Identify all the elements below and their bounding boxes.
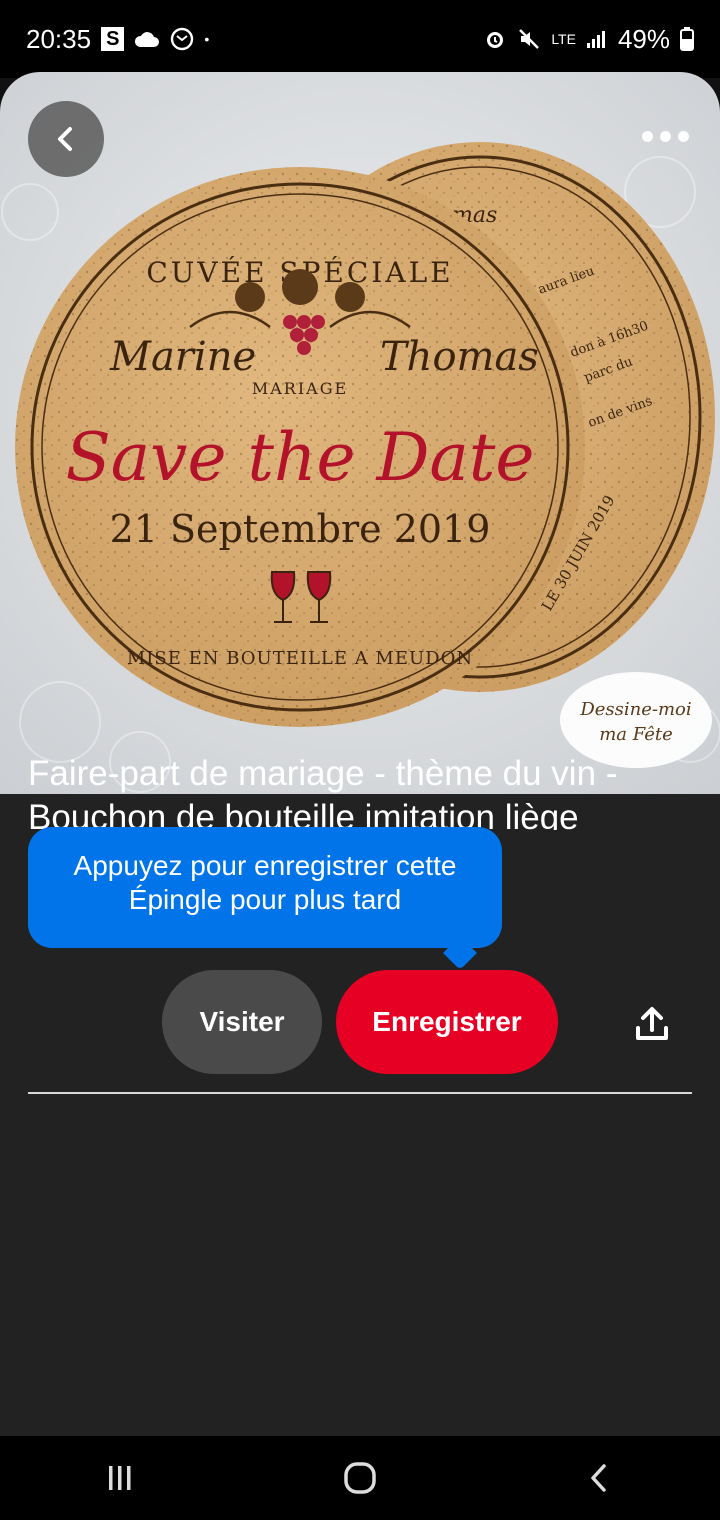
battery-icon [680,27,694,51]
cloud-icon [135,32,160,47]
visit-button[interactable]: Visiter [162,970,322,1074]
pin-image[interactable]: mas aura lieu don à 16h30 parc du on de … [0,72,720,794]
mute-icon [519,29,540,49]
event-date-text: 21 Septembre 2019 [110,507,491,551]
back-nav-button[interactable] [540,1448,660,1508]
more-dot-icon [677,130,689,142]
battery-percent: 49% [617,23,670,54]
more-dot-icon [659,130,671,142]
share-button[interactable] [628,1000,676,1048]
divider [28,1092,692,1094]
share-icon [636,1007,668,1040]
status-bar: 20:35 S • LTE 49% [0,0,720,78]
system-nav-bar [0,1436,720,1520]
mise-en-bouteille-text: MISE EN BOUTEILLE A MEUDON [127,648,473,669]
pin-title: Faire-part de mariage - thème du vin - B… [28,754,618,830]
back-arrow-icon [591,1464,606,1492]
svg-text:ma Fête: ma Fête [599,724,673,745]
more-options-button[interactable] [630,116,700,156]
save-the-date-text: Save the Date [66,419,535,496]
clock: 20:35 [26,23,92,54]
recent-apps-icon [109,1466,131,1490]
name-right: Thomas [380,334,539,380]
home-icon [344,1462,376,1494]
signal-icon [586,31,605,48]
mariage-text: MARIAGE [252,379,348,398]
front-coaster: CUVÉE SPÉCIALE Marine Thomas MARIAGE Sav… [15,167,585,727]
svg-text:Dessine-moi: Dessine-moi [579,699,691,720]
more-dot-icon [641,130,653,142]
name-left: Marine [109,334,256,380]
notification-dot: • [204,31,210,47]
recent-apps-button[interactable] [60,1448,180,1508]
alarm-icon [487,32,504,48]
network-type: LTE [551,31,576,47]
app-s-icon: S [101,27,125,51]
save-button[interactable]: Enregistrer [336,970,558,1074]
home-button[interactable] [300,1448,420,1508]
back-button[interactable] [28,101,104,177]
mail-icon [171,27,194,51]
save-tooltip[interactable]: Appuyez pour enregistrer cette Épingle p… [28,827,502,948]
chevron-left-icon [58,127,72,151]
